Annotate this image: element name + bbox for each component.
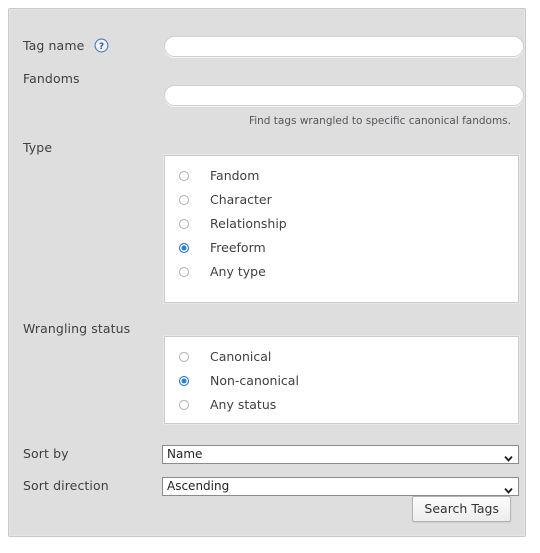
wrangling-status-legend: Wrangling status (23, 321, 131, 336)
type-legend: Type (23, 140, 53, 155)
radio-option-freeform[interactable]: Freeform (165, 236, 518, 260)
sort-direction-label: Sort direction (23, 478, 109, 493)
radio-indicator[interactable] (179, 219, 189, 229)
radio-label: Any status (210, 397, 277, 412)
radio-label: Canonical (210, 349, 272, 364)
field-row-sort-direction: Sort direction Ascending (9, 476, 525, 498)
radio-option-any-status[interactable]: Any status (165, 393, 518, 417)
question-mark-icon[interactable]: ? (94, 38, 109, 53)
radio-label: Non-canonical (210, 373, 299, 388)
chevron-down-icon (504, 451, 513, 462)
sort-direction-value: Ascending (167, 479, 230, 493)
fandoms-hint: Find tags wrangled to specific canonical… (248, 115, 511, 127)
radio-option-canonical[interactable]: Canonical (165, 345, 518, 369)
svg-text:?: ? (99, 42, 104, 52)
tag-name-input[interactable] (164, 36, 524, 57)
radio-option-fandom[interactable]: Fandom (165, 164, 518, 188)
sort-by-value: Name (167, 447, 203, 461)
field-row-fandoms: Fandoms (9, 69, 525, 106)
type-radio-group: Fandom Character Relationship Freeform A… (164, 155, 519, 303)
wrangling-status-radio-group: Canonical Non-canonical Any status (164, 336, 519, 424)
sort-by-select[interactable]: Name (162, 445, 519, 464)
radio-option-relationship[interactable]: Relationship (165, 212, 518, 236)
fandoms-label-text: Fandoms (23, 71, 80, 86)
tag-name-label-text: Tag name (23, 38, 85, 53)
radio-option-any-type[interactable]: Any type (165, 260, 518, 284)
sort-direction-select[interactable]: Ascending (162, 477, 519, 496)
radio-indicator-selected[interactable] (179, 243, 189, 253)
fandoms-label: Fandoms (23, 71, 80, 86)
radio-option-character[interactable]: Character (165, 188, 518, 212)
radio-label: Character (210, 192, 272, 207)
chevron-down-icon (504, 483, 513, 494)
radio-label: Fandom (210, 168, 260, 183)
search-tags-button[interactable]: Search Tags (412, 496, 511, 522)
radio-indicator[interactable] (179, 267, 189, 277)
field-row-sort-by: Sort by Name (9, 444, 525, 466)
radio-indicator[interactable] (179, 195, 189, 205)
radio-indicator[interactable] (179, 400, 189, 410)
radio-label: Freeform (210, 240, 266, 255)
radio-indicator[interactable] (179, 352, 189, 362)
radio-label: Any type (210, 264, 266, 279)
fandoms-input[interactable] (164, 85, 524, 106)
radio-label: Relationship (210, 216, 287, 231)
radio-option-non-canonical[interactable]: Non-canonical (165, 369, 518, 393)
field-row-tag-name: Tag name ? (9, 36, 525, 58)
radio-indicator-selected[interactable] (179, 376, 189, 386)
sort-by-label: Sort by (23, 446, 69, 461)
tag-search-form: Tag name ? Fandoms Find tags wrangled to… (8, 8, 526, 537)
tag-name-label: Tag name ? (23, 38, 109, 53)
radio-indicator[interactable] (179, 171, 189, 181)
